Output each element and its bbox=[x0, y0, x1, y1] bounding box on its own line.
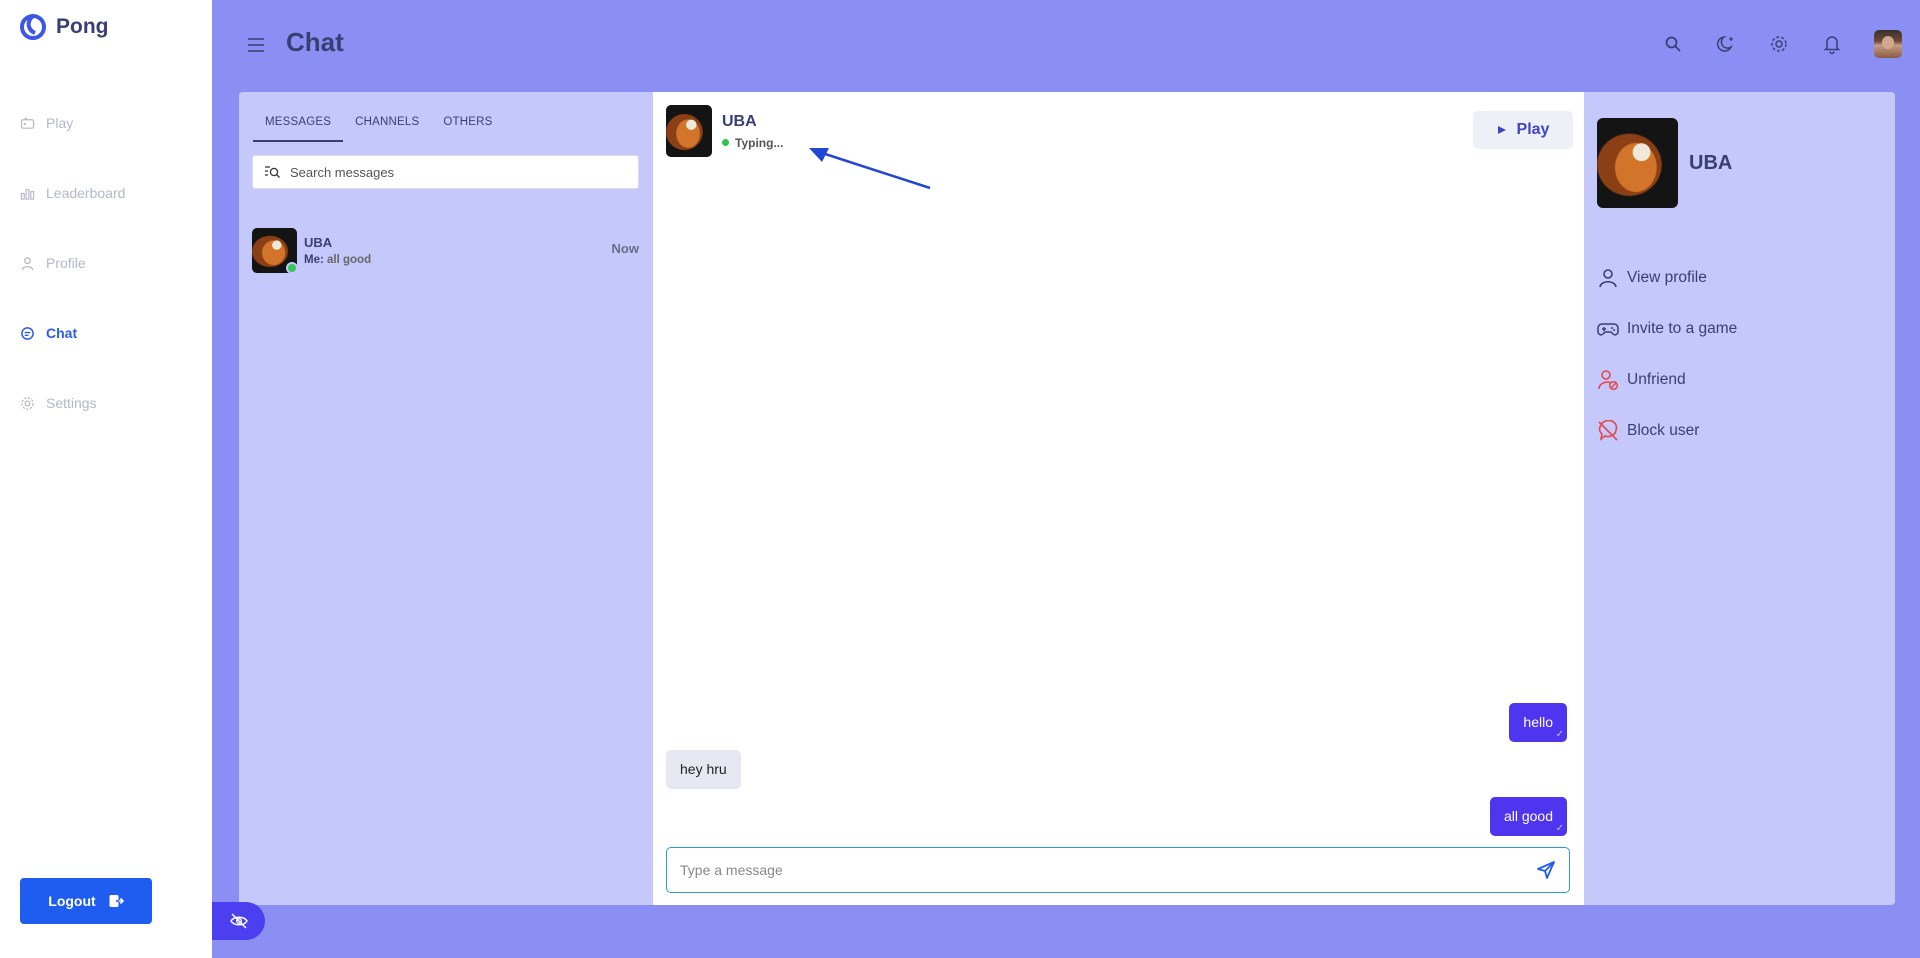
chat-panel: MESSAGES CHANNELS OTHERS UBA Me: all goo… bbox=[239, 92, 1895, 905]
chat-status-text: Typing... bbox=[735, 135, 784, 150]
play-label: Play bbox=[1516, 121, 1550, 138]
check-icon: ✓ bbox=[1555, 729, 1564, 740]
sidebar-item-label: Leaderboard bbox=[46, 185, 126, 201]
pong-logo-icon bbox=[20, 14, 46, 40]
contact-info-column: UBA View profile Invite to a game Unfrie… bbox=[1584, 92, 1895, 905]
sidebar-item-label: Profile bbox=[46, 255, 86, 271]
header-actions bbox=[1662, 30, 1902, 58]
conversation-avatar bbox=[252, 227, 298, 274]
user-remove-icon bbox=[1598, 369, 1619, 390]
action-label: View profile bbox=[1627, 268, 1707, 286]
user-icon bbox=[1599, 268, 1617, 287]
gear-icon[interactable] bbox=[1768, 33, 1790, 55]
unfriend-action[interactable]: Unfriend bbox=[1597, 354, 1737, 405]
message-text: all good bbox=[1503, 808, 1553, 824]
block-user-action[interactable]: Block user bbox=[1597, 405, 1737, 456]
top-header: Chat bbox=[212, 0, 1920, 90]
action-label: Invite to a game bbox=[1627, 319, 1738, 337]
conversation-name: UBA bbox=[304, 234, 333, 250]
status-dot bbox=[722, 139, 729, 146]
message-incoming: hey hru bbox=[666, 750, 741, 789]
conversation-text: UBA Me: all good bbox=[304, 235, 371, 266]
tab-channels[interactable]: CHANNELS bbox=[343, 112, 431, 142]
sidebar-item-label: Chat bbox=[46, 325, 78, 341]
gamepad-icon bbox=[1597, 322, 1619, 335]
message-text: hello bbox=[1523, 714, 1553, 730]
sidebar-item-profile[interactable]: Profile bbox=[20, 228, 200, 298]
contact-actions: View profile Invite to a game Unfriend B… bbox=[1597, 252, 1737, 456]
message-outgoing: all good ✓ bbox=[1489, 797, 1567, 836]
search-messages-input[interactable] bbox=[290, 164, 630, 180]
check-icon: ✓ bbox=[1555, 823, 1564, 834]
block-chat-icon bbox=[1598, 419, 1618, 441]
sidebar-item-label: Settings bbox=[46, 395, 97, 411]
chat-column: UBA Typing... Play hello ✓ hey hru all g… bbox=[653, 92, 1584, 905]
message-composer bbox=[666, 847, 1570, 893]
logout-icon bbox=[109, 895, 124, 907]
chat-header-text: UBA Typing... bbox=[722, 113, 783, 150]
logout-label: Logout bbox=[48, 893, 96, 909]
chat-header: UBA Typing... bbox=[666, 105, 783, 157]
tab-others[interactable]: OTHERS bbox=[431, 112, 504, 142]
sidebar-item-chat[interactable]: Chat bbox=[20, 298, 200, 368]
action-label: Unfriend bbox=[1627, 370, 1686, 388]
user-icon bbox=[21, 256, 34, 270]
sidebar-nav: Play Leaderboard Profile Chat Settings bbox=[20, 88, 200, 438]
chat-contact-name: UBA bbox=[722, 112, 757, 130]
tab-messages[interactable]: MESSAGES bbox=[253, 112, 344, 142]
dark-mode-icon[interactable] bbox=[1715, 33, 1737, 55]
conversation-time: Now bbox=[611, 241, 639, 256]
menu-icon[interactable] bbox=[245, 34, 267, 56]
conversation-last-message: Me: all good bbox=[304, 254, 371, 266]
contact-info-avatar bbox=[1597, 118, 1678, 208]
bar-chart-icon bbox=[20, 188, 35, 200]
controller-icon bbox=[20, 116, 35, 129]
sidebar-item-play[interactable]: Play bbox=[20, 88, 200, 158]
chat-status: Typing... bbox=[722, 136, 783, 150]
sidebar: Pong Play Leaderboard Profile Chat Setti… bbox=[0, 0, 212, 958]
gear-icon bbox=[21, 396, 34, 410]
online-indicator bbox=[286, 261, 298, 274]
invite-to-game-action[interactable]: Invite to a game bbox=[1597, 303, 1737, 354]
send-icon[interactable] bbox=[1536, 860, 1556, 880]
conversation-tabs: MESSAGES CHANNELS OTHERS bbox=[253, 112, 505, 142]
sidebar-item-leaderboard[interactable]: Leaderboard bbox=[20, 158, 200, 228]
conversation-item[interactable]: UBA Me: all good Now bbox=[252, 227, 639, 274]
visibility-toggle-button[interactable] bbox=[212, 902, 265, 940]
sidebar-item-label: Play bbox=[46, 115, 74, 131]
search-icon[interactable] bbox=[1662, 33, 1684, 55]
sidebar-item-settings[interactable]: Settings bbox=[20, 368, 200, 438]
message-text: hey hru bbox=[680, 761, 727, 777]
logout-button[interactable]: Logout bbox=[20, 878, 152, 924]
conversation-list-column: MESSAGES CHANNELS OTHERS UBA Me: all goo… bbox=[239, 92, 653, 905]
play-button[interactable]: Play bbox=[1473, 111, 1573, 149]
avatar[interactable] bbox=[1874, 30, 1902, 58]
brand[interactable]: Pong bbox=[20, 14, 109, 40]
last-message-prefix: Me: bbox=[304, 253, 324, 266]
page-title: Chat bbox=[286, 27, 344, 57]
brand-name: Pong bbox=[56, 15, 109, 38]
play-icon bbox=[1497, 126, 1506, 134]
chat-icon bbox=[21, 326, 34, 340]
view-profile-action[interactable]: View profile bbox=[1597, 252, 1737, 303]
bell-icon[interactable] bbox=[1821, 33, 1843, 55]
search-messages-box bbox=[252, 155, 639, 189]
chat-contact-avatar[interactable] bbox=[666, 105, 712, 157]
arrow-annotation-icon bbox=[809, 148, 931, 190]
action-label: Block user bbox=[1627, 421, 1700, 439]
message-input[interactable] bbox=[680, 862, 1536, 878]
search-list-icon bbox=[265, 166, 280, 178]
message-outgoing: hello ✓ bbox=[1509, 703, 1567, 742]
eye-off-icon bbox=[229, 913, 248, 929]
last-message-text: all good bbox=[327, 253, 372, 266]
contact-info-name: UBA bbox=[1689, 152, 1733, 174]
